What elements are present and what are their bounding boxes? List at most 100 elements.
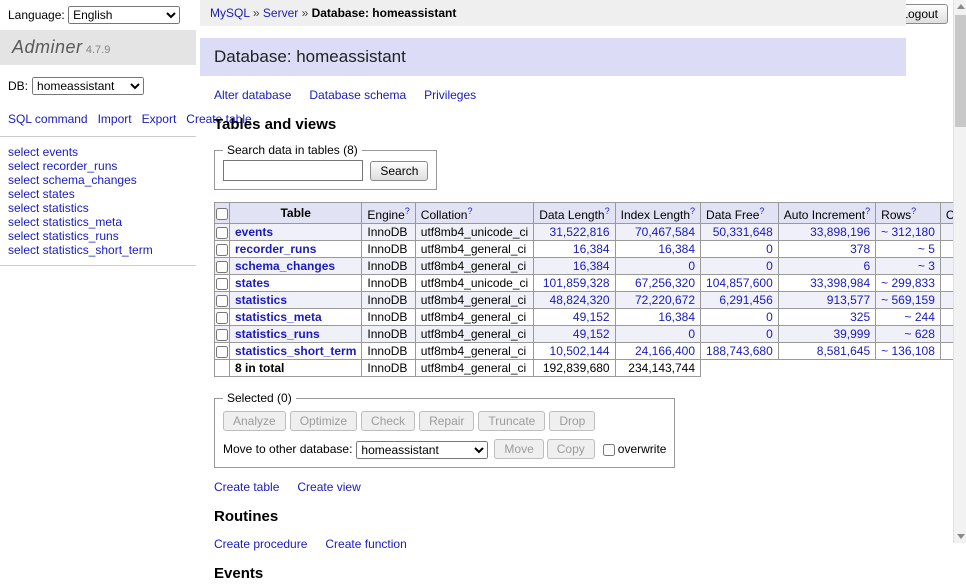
table-link-statistics[interactable]: statistics	[235, 293, 287, 307]
db-select[interactable]: homeassistant	[32, 77, 144, 95]
table-link-statistics-meta[interactable]: statistics_meta	[235, 310, 322, 324]
select-all-checkbox[interactable]	[216, 208, 228, 220]
move-db-select[interactable]: homeassistant	[356, 441, 488, 459]
table-link-statistics-short-term[interactable]: statistics_short_term	[235, 344, 356, 358]
index-length-link[interactable]: 67,256,320	[635, 276, 695, 290]
sidebar-table-link-select-schema-changes[interactable]: select schema_changes	[8, 173, 196, 187]
breadcrumb-link-mysql[interactable]: MySQL	[210, 6, 250, 20]
sidebar-table-link-select-statistics-runs[interactable]: select statistics_runs	[8, 229, 196, 243]
sidebar-table-link-select-recorder-runs[interactable]: select recorder_runs	[8, 159, 196, 173]
sidebar-action-link-sql-command[interactable]: SQL command	[8, 112, 88, 126]
overwrite-checkbox[interactable]	[603, 444, 615, 456]
help-link-index-length[interactable]: ?	[690, 206, 695, 216]
auto-increment-link[interactable]: 33,398,984	[810, 276, 870, 290]
scroll-down-button[interactable]	[955, 529, 966, 543]
check-button[interactable]: Check	[361, 411, 415, 431]
rows-link[interactable]: ~ 136,108	[881, 344, 935, 358]
index-length-link[interactable]: 16,384	[658, 242, 695, 256]
row-checkbox-schema-changes[interactable]	[216, 261, 228, 273]
db-action-link-database-schema[interactable]: Database schema	[309, 88, 406, 102]
help-link-collation[interactable]: ?	[467, 206, 472, 216]
search-input[interactable]	[223, 160, 363, 181]
data-free-link[interactable]: 104,857,600	[706, 276, 773, 290]
optimize-button[interactable]: Optimize	[290, 411, 357, 431]
rows-link[interactable]: ~ 3	[918, 259, 935, 273]
sidebar-table-link-select-statistics-meta[interactable]: select statistics_meta	[8, 215, 196, 229]
help-link-rows[interactable]: ?	[911, 206, 916, 216]
data-length-link[interactable]: 49,152	[573, 310, 610, 324]
repair-button[interactable]: Repair	[419, 411, 474, 431]
auto-increment-link[interactable]: 6	[863, 259, 870, 273]
table-link-recorder-runs[interactable]: recorder_runs	[235, 242, 316, 256]
sidebar-action-link-export[interactable]: Export	[142, 112, 177, 126]
data-length-link[interactable]: 49,152	[573, 327, 610, 341]
move-button[interactable]: Move	[494, 439, 543, 459]
sidebar-action-link-import[interactable]: Import	[98, 112, 132, 126]
data-length-link[interactable]: 101,859,328	[543, 276, 610, 290]
db-action-link-privileges[interactable]: Privileges	[424, 88, 476, 102]
sidebar-table-link-select-events[interactable]: select events	[8, 145, 196, 159]
drop-button[interactable]: Drop	[549, 411, 595, 431]
auto-increment-link[interactable]: 913,577	[827, 293, 870, 307]
row-checkbox-states[interactable]	[216, 278, 228, 290]
row-checkbox-events[interactable]	[216, 227, 228, 239]
breadcrumb-link-server[interactable]: Server	[263, 6, 298, 20]
data-length-link[interactable]: 31,522,816	[550, 225, 610, 239]
rows-link[interactable]: ~ 312,180	[881, 225, 935, 239]
routine-link-create-function[interactable]: Create function	[325, 537, 406, 551]
search-button[interactable]: Search	[370, 161, 428, 181]
data-free-link[interactable]: 6,291,456	[719, 293, 772, 307]
index-length-link[interactable]: 72,220,672	[635, 293, 695, 307]
row-checkbox-statistics[interactable]	[216, 295, 228, 307]
rows-link[interactable]: ~ 244	[905, 310, 935, 324]
rows-link[interactable]: ~ 5	[918, 242, 935, 256]
create-link-create-table[interactable]: Create table	[214, 480, 279, 494]
help-link-auto-increment[interactable]: ?	[865, 206, 870, 216]
help-link-engine[interactable]: ?	[405, 206, 410, 216]
row-checkbox-statistics-runs[interactable]	[216, 329, 228, 341]
index-length-link[interactable]: 24,166,400	[635, 344, 695, 358]
auto-increment-link[interactable]: 325	[850, 310, 870, 324]
index-length-link[interactable]: 0	[688, 259, 695, 273]
table-link-statistics-runs[interactable]: statistics_runs	[235, 327, 320, 341]
data-free-link[interactable]: 188,743,680	[706, 344, 773, 358]
copy-button[interactable]: Copy	[547, 439, 595, 459]
table-link-schema-changes[interactable]: schema_changes	[235, 259, 335, 273]
sidebar-table-link-select-statistics[interactable]: select statistics	[8, 201, 196, 215]
rows-link[interactable]: ~ 299,833	[881, 276, 935, 290]
data-length-link[interactable]: 16,384	[573, 242, 610, 256]
sidebar-table-link-select-states[interactable]: select states	[8, 187, 196, 201]
data-length-link[interactable]: 48,824,320	[550, 293, 610, 307]
data-free-link[interactable]: 0	[766, 310, 773, 324]
analyze-button[interactable]: Analyze	[223, 411, 286, 431]
auto-increment-link[interactable]: 378	[850, 242, 870, 256]
auto-increment-link[interactable]: 39,999	[833, 327, 870, 341]
create-link-create-view[interactable]: Create view	[297, 480, 360, 494]
row-checkbox-recorder-runs[interactable]	[216, 244, 228, 256]
index-length-link[interactable]: 16,384	[658, 310, 695, 324]
data-free-link[interactable]: 50,331,648	[713, 225, 773, 239]
language-select[interactable]: English	[68, 6, 180, 24]
auto-increment-link[interactable]: 8,581,645	[817, 344, 870, 358]
data-free-link[interactable]: 0	[766, 327, 773, 341]
index-length-link[interactable]: 0	[688, 327, 695, 341]
rows-link[interactable]: ~ 569,159	[881, 293, 935, 307]
sidebar-table-link-select-statistics-short-term[interactable]: select statistics_short_term	[8, 243, 196, 257]
row-checkbox-statistics-short-term[interactable]	[216, 346, 228, 358]
index-length-link[interactable]: 70,467,584	[635, 225, 695, 239]
scrollbar-thumb[interactable]	[955, 15, 966, 127]
data-free-link[interactable]: 0	[766, 259, 773, 273]
row-checkbox-statistics-meta[interactable]	[216, 312, 228, 324]
data-free-link[interactable]: 0	[766, 242, 773, 256]
help-link-data-free[interactable]: ?	[759, 206, 764, 216]
scrollbar[interactable]	[953, 0, 966, 543]
table-link-events[interactable]: events	[235, 225, 273, 239]
table-link-states[interactable]: states	[235, 276, 270, 290]
db-action-link-alter-database[interactable]: Alter database	[214, 88, 291, 102]
routine-link-create-procedure[interactable]: Create procedure	[214, 537, 307, 551]
data-length-link[interactable]: 16,384	[573, 259, 610, 273]
help-link-data-length[interactable]: ?	[605, 206, 610, 216]
auto-increment-link[interactable]: 33,898,196	[810, 225, 870, 239]
truncate-button[interactable]: Truncate	[478, 411, 545, 431]
scroll-up-button[interactable]	[955, 0, 966, 14]
